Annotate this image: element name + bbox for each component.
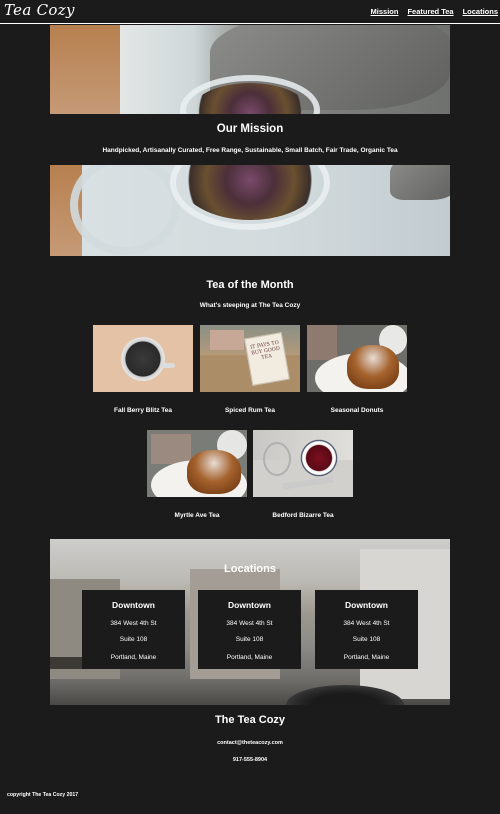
tea-card-seasonal-donuts[interactable]: Seasonal Donuts xyxy=(307,325,407,414)
location-card: Downtown 384 West 4th St Suite 108 Portl… xyxy=(82,590,185,669)
main-nav: Mission Featured Tea Locations xyxy=(371,7,498,16)
tea-label-seasonal-donuts: Seasonal Donuts xyxy=(330,407,384,414)
location-city: Portland, Maine xyxy=(110,654,157,661)
location-city: Portland, Maine xyxy=(226,654,273,661)
location-street: 384 West 4th St xyxy=(343,620,390,627)
tea-image-fall-berry[interactable] xyxy=(93,325,193,392)
tea-label-fall-berry: Fall Berry Blitz Tea xyxy=(113,407,173,414)
location-name: Downtown xyxy=(112,600,155,610)
tea-label-bedford-bizarre: Bedford Bizarre Tea xyxy=(272,512,334,519)
location-city: Portland, Maine xyxy=(343,654,390,661)
tea-of-month-title: Tea of the Month xyxy=(206,279,294,291)
tea-card-spiced-rum[interactable]: IT PAYS TO BUY GOOD TEA Spiced Rum Tea xyxy=(200,325,300,414)
location-suite: Suite 108 xyxy=(352,636,381,643)
tea-card-bedford-bizarre[interactable]: Bedford Bizarre Tea xyxy=(253,430,353,519)
nav-link-mission[interactable]: Mission xyxy=(371,7,399,16)
tea-box-label: IT PAYS TO BUY GOOD TEA xyxy=(244,332,290,386)
tea-image-spiced-rum[interactable]: IT PAYS TO BUY GOOD TEA xyxy=(200,325,300,392)
nav-link-locations[interactable]: Locations xyxy=(463,7,498,16)
location-street: 384 West 4th St xyxy=(226,620,273,627)
location-suite: Suite 108 xyxy=(235,636,264,643)
mission-title: Our Mission xyxy=(216,123,284,135)
mission-text: Handpicked, Artisanally Curated, Free Ra… xyxy=(102,147,398,154)
mission-image-top xyxy=(50,25,450,114)
tea-image-seasonal-donuts[interactable] xyxy=(307,325,407,392)
location-card: Downtown 384 West 4th St Suite 108 Portl… xyxy=(315,590,418,669)
tea-image-bedford-bizarre[interactable] xyxy=(253,430,353,497)
site-header: Tea Cozy Mission Featured Tea Locations xyxy=(0,0,500,24)
site-logo[interactable]: Tea Cozy xyxy=(4,1,75,19)
tea-image-myrtle-ave[interactable] xyxy=(147,430,247,497)
mission-image-bottom xyxy=(50,165,450,256)
tea-card-myrtle-ave[interactable]: Myrtle Ave Tea xyxy=(147,430,247,519)
tea-label-spiced-rum: Spiced Rum Tea xyxy=(224,407,276,414)
location-name: Downtown xyxy=(345,600,388,610)
copyright-text: copyright The Tea Cozy 2017 xyxy=(7,792,79,798)
footer-phone[interactable]: 917-555-8904 xyxy=(0,757,500,763)
location-suite: Suite 108 xyxy=(119,636,148,643)
location-street: 384 West 4th St xyxy=(110,620,157,627)
location-card: Downtown 384 West 4th St Suite 108 Portl… xyxy=(198,590,301,669)
nav-link-featured-tea[interactable]: Featured Tea xyxy=(407,7,453,16)
locations-title: Locations xyxy=(224,563,276,575)
tea-card-fall-berry[interactable]: Fall Berry Blitz Tea xyxy=(93,325,193,414)
location-name: Downtown xyxy=(228,600,271,610)
footer-email[interactable]: contact@theteacozy.com xyxy=(0,740,500,746)
footer-title: The Tea Cozy xyxy=(214,714,286,726)
tea-label-myrtle-ave: Myrtle Ave Tea xyxy=(174,512,220,519)
tea-of-month-subtitle: What's steeping at The Tea Cozy xyxy=(199,302,301,309)
